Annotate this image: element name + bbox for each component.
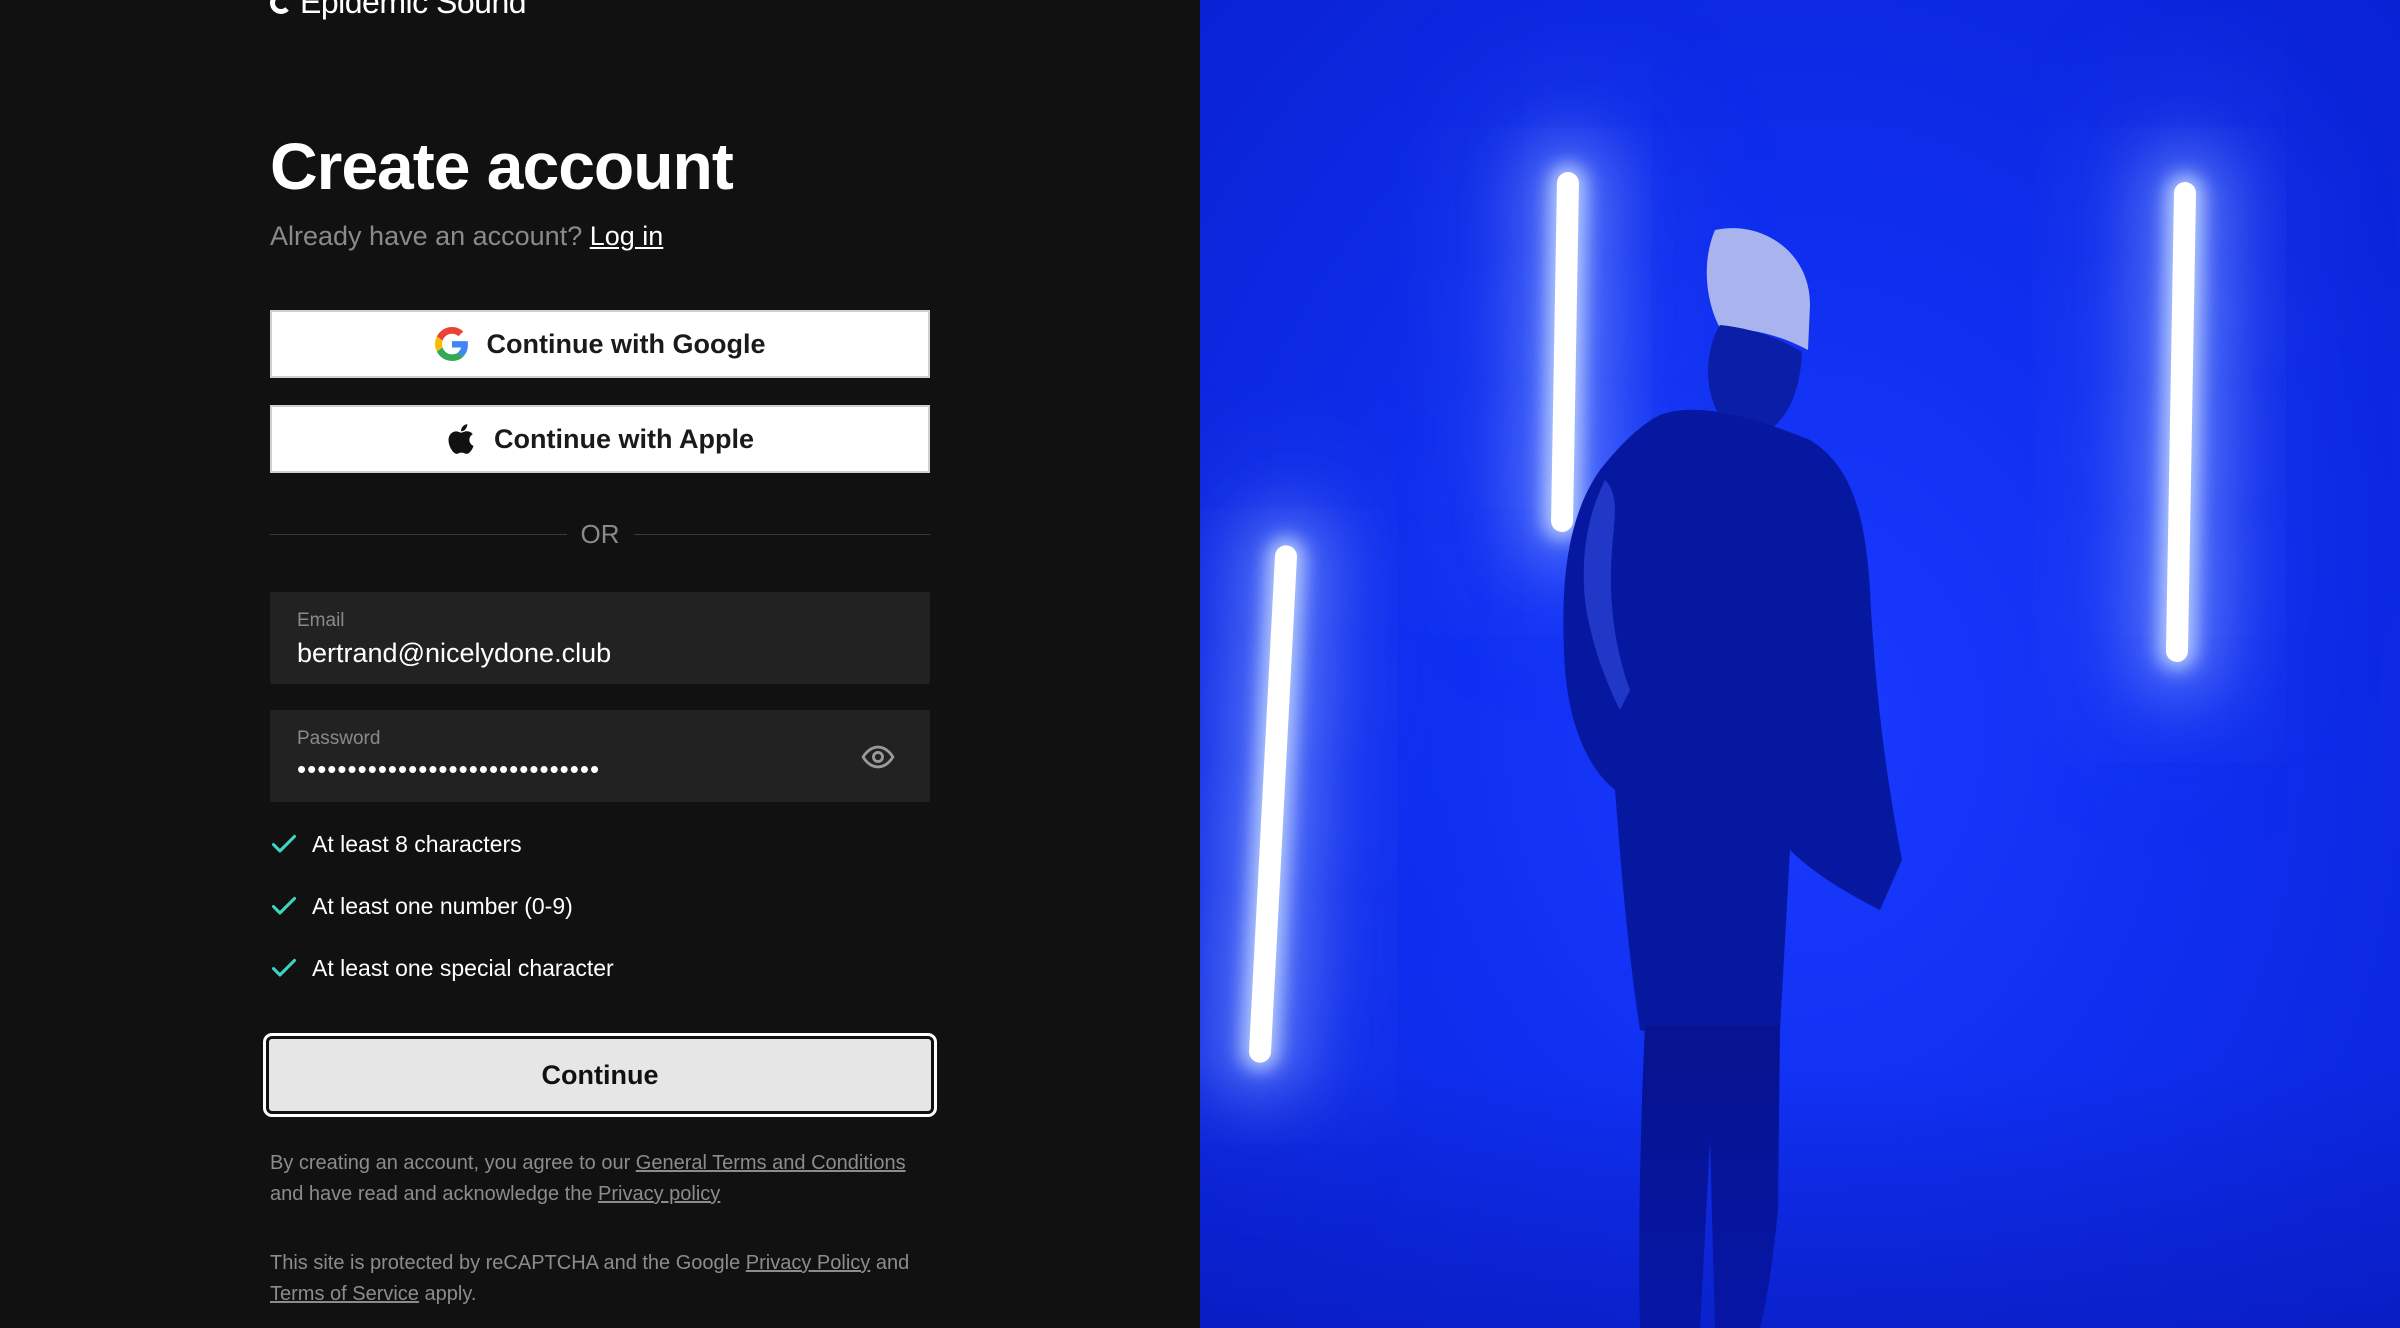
divider-line-left — [270, 533, 567, 535]
password-rule-label: At least one number (0-9) — [312, 892, 573, 919]
recaptcha-notice: This site is protected by reCAPTCHA and … — [270, 1248, 950, 1310]
google-privacy-policy-link[interactable]: Privacy Policy — [746, 1252, 870, 1274]
divider-line-right — [633, 533, 930, 535]
password-label: Password — [297, 728, 381, 749]
or-divider: OR — [270, 516, 930, 552]
terms-notice: By creating an account, you agree to our… — [270, 1148, 950, 1210]
google-terms-of-service-link[interactable]: Terms of Service — [270, 1283, 419, 1305]
google-icon — [434, 327, 468, 361]
check-icon — [271, 834, 297, 853]
recaptcha-and: and — [875, 1252, 910, 1274]
brand-name: Epidemic Sound — [300, 0, 527, 20]
hero-image — [1200, 0, 2400, 1328]
page-title: Create account — [270, 129, 734, 203]
password-field[interactable]: Password •••••••••••••••••••••••••••••• — [270, 710, 930, 802]
password-rule: At least one number (0-9) — [270, 892, 573, 920]
password-rule: At least 8 characters — [270, 830, 522, 858]
terms-middle: and have read and acknowledge the — [270, 1183, 593, 1205]
recaptcha-prefix: This site is protected by reCAPTCHA and … — [270, 1252, 741, 1274]
signup-panel: Epidemic Sound Create account Already ha… — [0, 0, 1200, 1328]
password-rule-label: At least 8 characters — [312, 830, 522, 857]
privacy-policy-link[interactable]: Privacy policy — [598, 1183, 720, 1205]
password-rule-label: At least one special character — [312, 954, 614, 981]
google-button-label: Continue with Google — [486, 328, 766, 359]
apple-icon — [448, 424, 474, 454]
email-label: Email — [297, 610, 345, 631]
floor-shadow — [1200, 1068, 2400, 1328]
terms-prefix: By creating an account, you agree to our — [270, 1152, 631, 1174]
check-icon — [271, 896, 297, 915]
apple-button-label: Continue with Apple — [494, 423, 754, 454]
email-field[interactable]: Email bertrand@nicelydone.club — [270, 592, 930, 684]
password-input[interactable]: •••••••••••••••••••••••••••••• — [297, 754, 600, 785]
continue-with-apple-button[interactable]: Continue with Apple — [270, 405, 930, 473]
epidemic-sound-logo-icon — [270, 0, 292, 14]
continue-button[interactable]: Continue — [263, 1033, 937, 1117]
password-rule: At least one special character — [270, 954, 614, 982]
login-prompt-text: Already have an account? — [270, 221, 583, 251]
login-link[interactable]: Log in — [590, 221, 664, 251]
neon-light-tube — [1248, 544, 1298, 1064]
email-input[interactable]: bertrand@nicelydone.club — [297, 638, 611, 669]
continue-with-google-button[interactable]: Continue with Google — [270, 310, 930, 378]
check-icon — [271, 958, 297, 977]
neon-light-tube — [2165, 181, 2197, 663]
login-prompt: Already have an account? Log in — [270, 221, 663, 252]
or-label: OR — [580, 518, 620, 549]
terms-link[interactable]: General Terms and Conditions — [636, 1152, 906, 1174]
recaptcha-suffix: apply. — [424, 1283, 477, 1305]
eye-icon[interactable] — [861, 740, 895, 774]
brand-logo[interactable]: Epidemic Sound — [270, 0, 527, 21]
